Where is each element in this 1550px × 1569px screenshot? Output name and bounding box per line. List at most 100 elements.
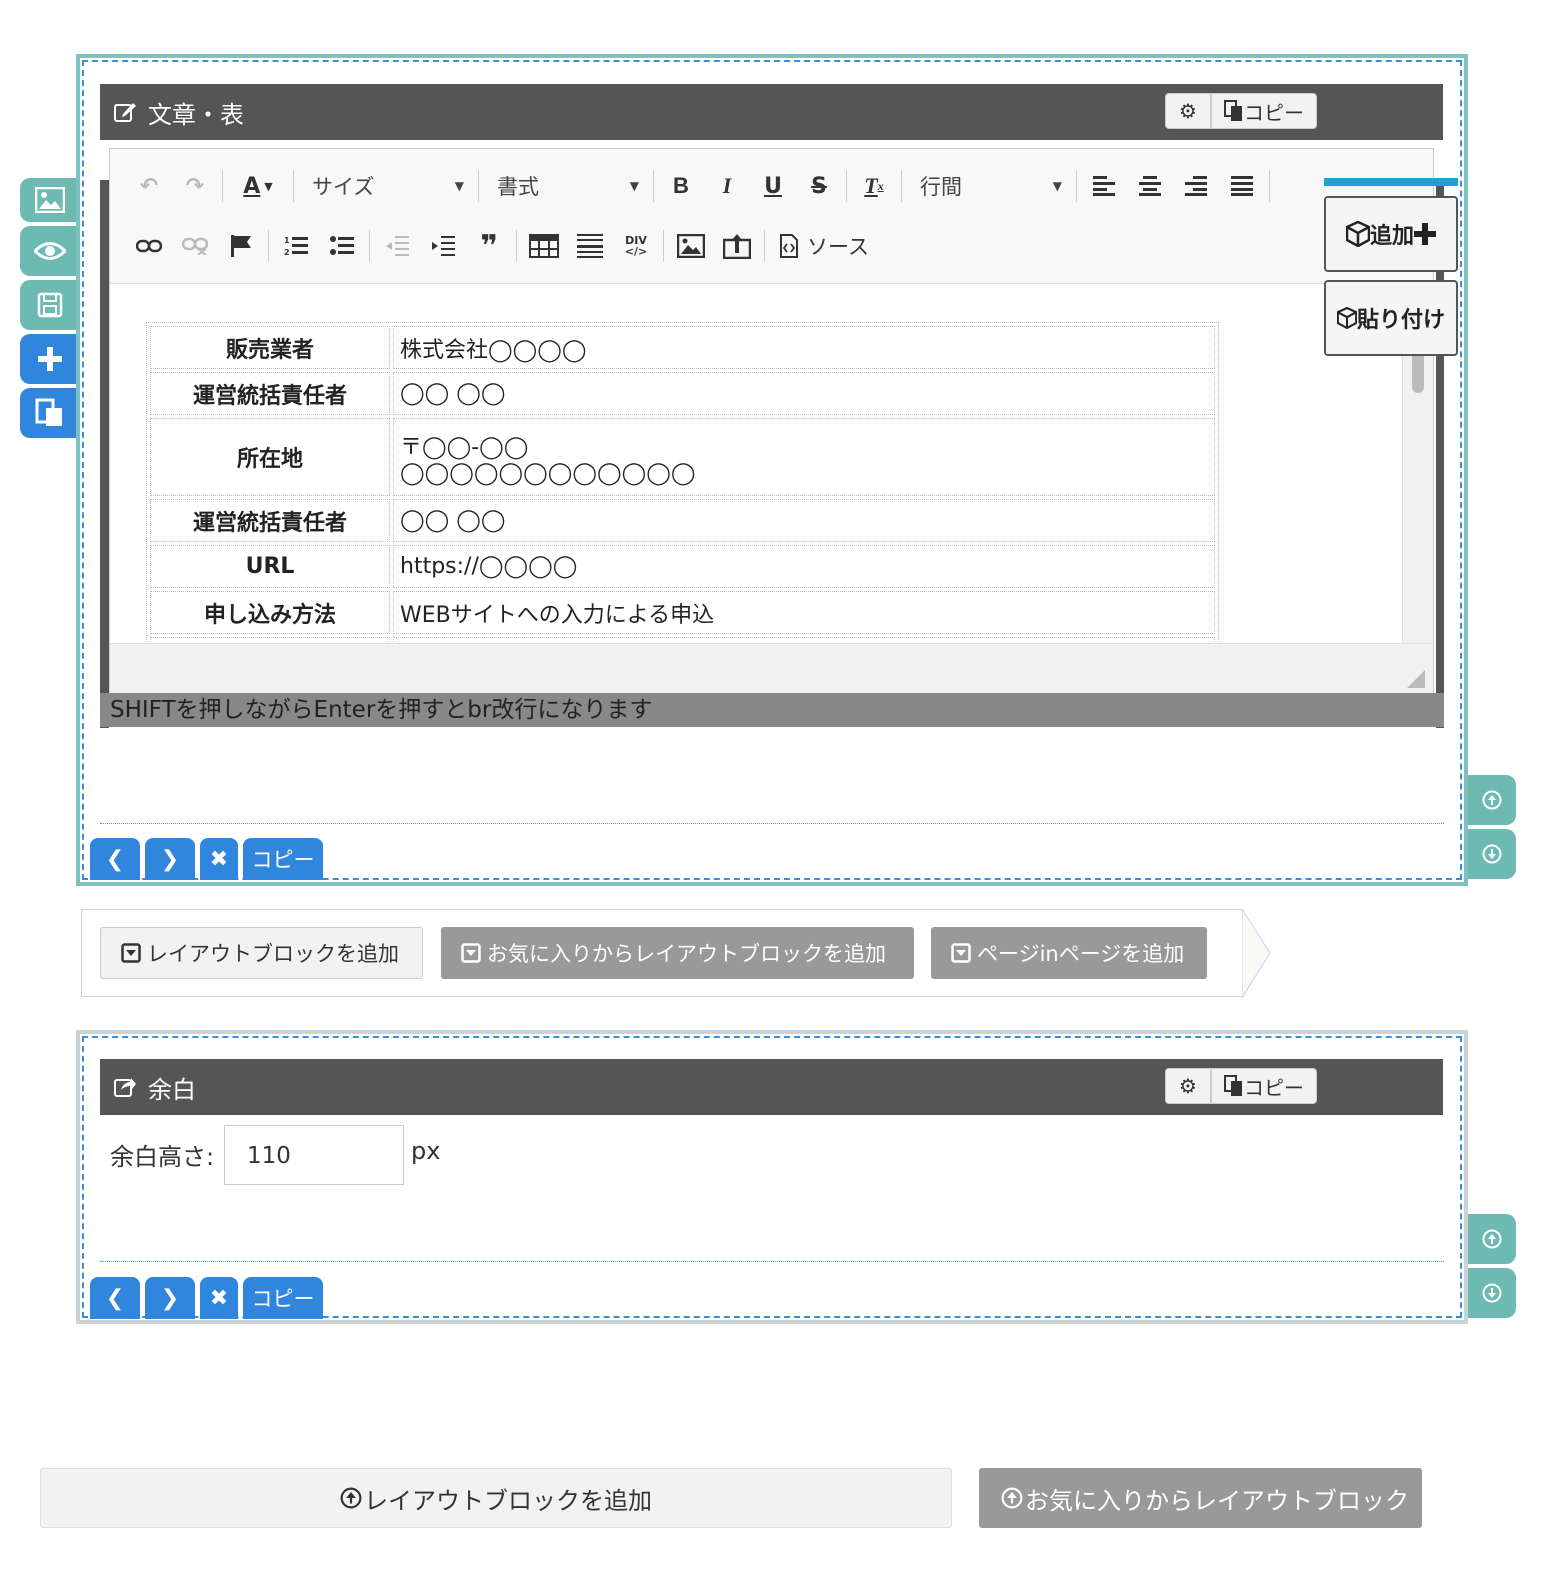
redo-icon[interactable]: ↷ [172,166,218,206]
close-icon: ✖ [209,846,229,872]
align-center-icon[interactable] [1127,166,1173,206]
source-button[interactable]: ソース [769,226,879,266]
toolbar-separator [478,170,479,202]
table-icon[interactable] [521,226,567,266]
toolbar-separator [516,230,517,262]
move-right-button[interactable]: ❯ [145,1277,195,1319]
block-copy-button[interactable]: コピー [243,838,323,880]
table-row: 運営統括責任者 ◯◯ ◯◯ [150,499,1215,542]
toolbar-separator [1076,170,1077,202]
move-up-button[interactable] [1468,775,1516,825]
text-block-nav: ❮ ❯ ✖ コピー [90,838,328,880]
add-layout-block-button[interactable]: レイアウトブロックを追加 [100,927,423,979]
image-tool-button[interactable] [20,178,80,222]
rich-text-editor: ↶ ↷ A ▼ サイズ ▼ 書式 ▼ B I U S Tx 行間 ▼ 1 2 ❞… [109,148,1434,694]
cube-icon [1336,307,1357,329]
space-height-input[interactable]: 110 [224,1125,404,1185]
float-add-label: 追加 [1369,224,1414,249]
save-button[interactable] [20,280,80,330]
panel-arrow-icon [1242,909,1271,998]
add-layout-block-label: レイアウトブロックを追加 [147,942,399,966]
header-copy-button[interactable]: コピー [1211,1068,1317,1104]
toolbar-separator [268,230,269,262]
underline-button[interactable]: U [750,166,796,206]
float-paste-button[interactable]: 貼り付け [1324,280,1458,356]
cube-icon [1345,221,1370,247]
align-justify-icon[interactable] [1219,166,1265,206]
floppy-icon [37,292,63,318]
block-divider [100,823,1444,824]
insert-image-icon[interactable] [668,226,714,266]
image-icon [35,187,65,213]
italic-button[interactable]: I [704,166,750,206]
delete-block-button[interactable]: ✖ [200,838,238,880]
div-container-button[interactable]: DIV </> [613,226,659,266]
move-down-button[interactable] [1468,829,1516,879]
size-combo-label: サイズ [312,175,375,199]
editor-left-edge [100,180,109,728]
anchor-flag-icon[interactable] [218,226,264,266]
outdent-icon[interactable] [374,226,420,266]
bold-button[interactable]: B [658,166,704,206]
strike-button[interactable]: S [796,166,842,206]
eye-icon [34,242,66,260]
unlink-icon[interactable] [172,226,218,266]
block-copy-label: コピー [251,848,315,872]
arrow-up-circle-icon [1001,1487,1023,1509]
toolbar-row-2: 12 ❞ DIV </> ソース [126,221,879,271]
add-page-in-page-button[interactable]: ページinページを追加 [931,927,1207,979]
settings-button[interactable]: ⚙ [1165,1068,1211,1104]
upload-image-icon[interactable] [714,226,760,266]
table-value: 株式会社◯◯◯◯ [393,326,1215,369]
caret-down-icon: ▼ [629,179,639,193]
text-color-button[interactable]: A ▼ [227,166,289,206]
arrow-down-circle-icon [1482,844,1502,864]
bottom-add-layout-label: レイアウトブロックを追加 [364,1486,652,1515]
move-down-button[interactable] [1468,1268,1516,1318]
block-divider [100,1261,1444,1262]
toolbar-separator [1269,170,1270,202]
move-right-button[interactable]: ❯ [145,838,195,880]
space-height-unit: px [411,1137,441,1165]
toolbar-separator [369,230,370,262]
format-combo[interactable]: 書式 ▼ [483,166,649,206]
add-button[interactable] [20,334,80,384]
space-block-title: 余白 [148,1075,196,1104]
blockquote-icon[interactable]: ❞ [466,226,512,266]
bullet-list-icon[interactable] [319,226,365,266]
align-right-icon[interactable] [1173,166,1219,206]
indent-icon[interactable] [420,226,466,266]
move-up-button[interactable] [1468,1214,1516,1264]
numbered-list-icon[interactable]: 12 [273,226,319,266]
block-copy-button[interactable]: コピー [243,1277,323,1319]
size-combo[interactable]: サイズ ▼ [298,166,474,206]
space-height-label: 余白高さ: [110,1143,215,1171]
edit-icon [112,99,138,125]
resize-handle-icon[interactable] [1407,670,1425,688]
table-key: 運営統括責任者 [150,499,390,542]
line-height-combo[interactable]: 行間 ▼ [906,166,1072,206]
paste-side-button[interactable] [20,388,80,438]
header-copy-button[interactable]: コピー [1211,93,1317,129]
copy-icon [1224,1075,1242,1096]
address-line: 〒◯◯-◯◯ [400,434,529,460]
move-left-button[interactable]: ❮ [90,838,140,880]
remove-format-button[interactable]: Tx [851,166,897,206]
horizontal-rule-icon[interactable] [567,226,613,266]
header-buttons: ⚙ コピー [1165,1068,1317,1104]
move-left-button[interactable]: ❮ [90,1277,140,1319]
bottom-add-favorite-button[interactable]: お気に入りからレイアウトブロック [979,1468,1422,1528]
format-combo-label: 書式 [497,175,539,199]
editor-content[interactable]: 販売業者 株式会社◯◯◯◯ 運営統括責任者 ◯◯ ◯◯ 所在地 〒◯◯-◯◯ ◯◯◯◯◯… [110,283,1403,644]
settings-button[interactable]: ⚙ [1165,93,1211,129]
preview-button[interactable] [20,226,80,276]
link-icon[interactable] [126,226,172,266]
undo-icon[interactable]: ↶ [126,166,172,206]
delete-block-button[interactable]: ✖ [200,1277,238,1319]
toolbar-separator [764,230,765,262]
add-favorite-layout-button[interactable]: お気に入りからレイアウトブロックを追加 [441,927,914,979]
float-add-button[interactable]: 追加 [1324,196,1458,272]
bottom-add-layout-button[interactable]: レイアウトブロックを追加 [40,1468,952,1528]
editor-footer [110,643,1433,694]
align-left-icon[interactable] [1081,166,1127,206]
